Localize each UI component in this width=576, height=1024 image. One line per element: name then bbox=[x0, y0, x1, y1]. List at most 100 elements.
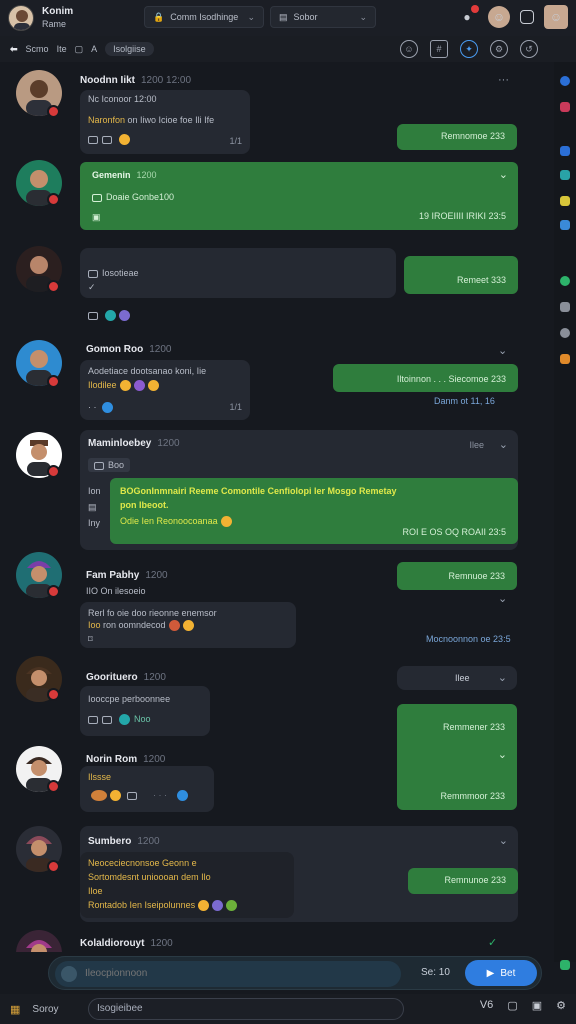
chevron-down-icon[interactable]: ⌄ bbox=[499, 438, 508, 451]
user-block: Konim Rame bbox=[42, 6, 73, 30]
reaction-icon[interactable] bbox=[119, 310, 130, 322]
calendar-icon[interactable]: ▦ bbox=[10, 1003, 20, 1016]
smile-emoji-icon[interactable] bbox=[110, 790, 121, 802]
status-badge bbox=[47, 585, 60, 598]
attach-icon[interactable] bbox=[102, 135, 112, 144]
send-button[interactable]: ▶ Bet bbox=[465, 960, 537, 986]
message-tag[interactable]: Boo bbox=[88, 458, 131, 472]
reaction-icon[interactable] bbox=[133, 380, 145, 392]
reaction-icon[interactable] bbox=[168, 620, 180, 632]
reaction-icon[interactable] bbox=[102, 402, 113, 414]
back-icon[interactable]: ⬅ bbox=[10, 44, 18, 55]
user-avatar[interactable] bbox=[8, 5, 34, 31]
smile-emoji-icon[interactable] bbox=[119, 134, 130, 146]
sender-name: Gemenin 1200 bbox=[92, 170, 157, 180]
smile-emoji-icon[interactable] bbox=[147, 380, 159, 392]
message-line: Rontadob Ien Iseipolunnes bbox=[88, 900, 238, 912]
message-bubble[interactable]: Maminloebey 1200 Ilee ⌄ Boo Ion ▤ Iny BOG… bbox=[80, 430, 518, 550]
side-label: ▤ bbox=[88, 502, 97, 512]
chevron-down-icon[interactable]: ⌄ bbox=[499, 168, 508, 181]
rail-home-icon[interactable] bbox=[560, 76, 570, 86]
account-avatar[interactable]: ☺ bbox=[544, 5, 568, 29]
message-bubble[interactable]: Rerl fo oie doo rieonne enemsor Ioo ron … bbox=[80, 602, 296, 648]
chevron-down-icon[interactable]: ⌄ bbox=[498, 748, 507, 761]
reaction-icon[interactable] bbox=[177, 790, 188, 802]
message-bubble[interactable]: Aodetiace dootsanao koni, Iie Ilodilee ·… bbox=[80, 360, 250, 420]
settings-icon[interactable]: ⚙ bbox=[490, 40, 508, 58]
rail-status-icon[interactable] bbox=[560, 276, 570, 286]
rail-calendar-icon[interactable] bbox=[560, 220, 570, 230]
rail-notes-icon[interactable] bbox=[560, 196, 570, 206]
notification-icon[interactable]: ● bbox=[456, 5, 479, 28]
message-line: Aodetiace dootsanao koni, Iie bbox=[88, 366, 207, 376]
message-bubble[interactable]: Iosotieae ✓ bbox=[80, 248, 396, 298]
rail-mentions-icon[interactable] bbox=[560, 102, 570, 112]
rail-gift-icon[interactable] bbox=[560, 354, 570, 364]
user-name: Konim bbox=[42, 6, 74, 17]
bottom-label[interactable]: Soroy bbox=[32, 1004, 58, 1015]
workspace-select[interactable]: 🔒 Comm Isodhinge ⌄ bbox=[144, 6, 264, 28]
reply-icon[interactable] bbox=[88, 715, 98, 724]
message-bubble[interactable]: Iooccpe perboonnee Noo bbox=[80, 686, 210, 736]
outgoing-bubble[interactable]: Remnomoe 233 bbox=[397, 124, 517, 150]
settings-icon[interactable]: ⚙ bbox=[556, 999, 566, 1012]
more-icon[interactable]: ··· bbox=[498, 74, 509, 86]
outgoing-bubble[interactable]: Iltoinnon . . . Siecomoe 233 bbox=[333, 364, 518, 392]
chevron-down-icon: ⌄ bbox=[359, 11, 367, 22]
outgoing-bubble[interactable]: Remeet 333 bbox=[404, 256, 518, 294]
message-bubble[interactable]: Nc Iconoor 12:00 Naronfon on Iiwo Icioe … bbox=[80, 90, 250, 154]
emoji-icon[interactable] bbox=[61, 966, 77, 982]
reaction-icon[interactable] bbox=[91, 790, 107, 802]
image-icon[interactable] bbox=[127, 791, 137, 800]
chevron-down-icon[interactable]: ⌄ bbox=[498, 592, 507, 605]
outgoing-bubble[interactable]: Remnunoe 233 bbox=[408, 868, 518, 894]
smile-emoji-icon[interactable] bbox=[182, 620, 194, 632]
sub-pill[interactable]: Isolgiise bbox=[105, 42, 154, 56]
quoted-bubble[interactable]: BOGonInmnairi Reeme Comontile Cenfiolopi… bbox=[110, 478, 518, 544]
outgoing-bubble[interactable]: Remnuoe 233 bbox=[397, 562, 517, 590]
reaction-icon[interactable] bbox=[119, 714, 130, 726]
reaction-icon[interactable] bbox=[226, 900, 238, 912]
chevron-down-icon[interactable]: ⌄ bbox=[499, 834, 508, 847]
message-bubble[interactable]: Ilssse · · · bbox=[80, 766, 214, 812]
reaction-icon[interactable] bbox=[105, 310, 116, 322]
window-icon[interactable]: ▢ bbox=[507, 999, 517, 1012]
reply-icon[interactable] bbox=[88, 311, 98, 320]
bottom-search[interactable]: Isogieibee bbox=[88, 998, 404, 1020]
collapsed-thread[interactable]: Ilee ⌄ bbox=[397, 666, 517, 690]
image-icon[interactable]: ▣ bbox=[532, 999, 542, 1012]
sub-back-label[interactable]: Scmo bbox=[26, 44, 49, 54]
smile-emoji-icon[interactable] bbox=[119, 380, 131, 392]
char-count: Se: 10 bbox=[421, 967, 450, 978]
history-icon[interactable]: ↺ bbox=[520, 40, 538, 58]
chat-icon[interactable] bbox=[520, 10, 534, 24]
grid-icon[interactable]: # bbox=[430, 40, 448, 58]
save-icon[interactable]: ▣ bbox=[92, 212, 101, 223]
message-bubble[interactable]: Sumbero 1200 ⌄ Neoceciecnonsoe Geonn e So… bbox=[80, 826, 518, 922]
rail-search-icon[interactable] bbox=[560, 302, 570, 312]
bottom-version[interactable]: V6 bbox=[480, 999, 493, 1012]
attach-icon[interactable] bbox=[102, 715, 112, 724]
rail-apps-icon[interactable] bbox=[560, 170, 570, 180]
reply-icon[interactable] bbox=[88, 135, 98, 144]
pin-icon[interactable]: ✦ bbox=[460, 40, 478, 58]
outgoing-bubble[interactable]: Gemenin 1200 ⌄ Doaie Gonbe100 ▣ 19 IROEII… bbox=[80, 162, 518, 230]
message-line: Doaie Gonbe100 bbox=[92, 192, 174, 202]
chevron-down-icon[interactable]: ⌄ bbox=[498, 344, 507, 357]
outgoing-bubble[interactable]: Remmener 233 ⌄ Remmmoor 233 bbox=[397, 704, 517, 810]
emoji-icon[interactable]: ☺ bbox=[400, 40, 418, 58]
rail-help-icon[interactable] bbox=[560, 328, 570, 338]
rail-send-icon[interactable] bbox=[560, 960, 570, 970]
smile-emoji-icon[interactable] bbox=[220, 516, 232, 528]
avatar[interactable] bbox=[16, 930, 62, 952]
status-badge bbox=[47, 780, 60, 793]
chevron-down-icon[interactable]: ⌄ bbox=[498, 671, 507, 684]
sub-mid-label[interactable]: Ite bbox=[57, 44, 67, 54]
rail-files-icon[interactable] bbox=[560, 146, 570, 156]
profile-icon[interactable]: ☺ bbox=[488, 6, 510, 28]
smile-emoji-icon[interactable] bbox=[198, 900, 210, 912]
side-label: Ion bbox=[88, 486, 101, 496]
reaction-icon[interactable] bbox=[212, 900, 224, 912]
message-input[interactable] bbox=[55, 961, 401, 987]
channel-select[interactable]: ▤ Sobor ⌄ bbox=[270, 6, 376, 28]
